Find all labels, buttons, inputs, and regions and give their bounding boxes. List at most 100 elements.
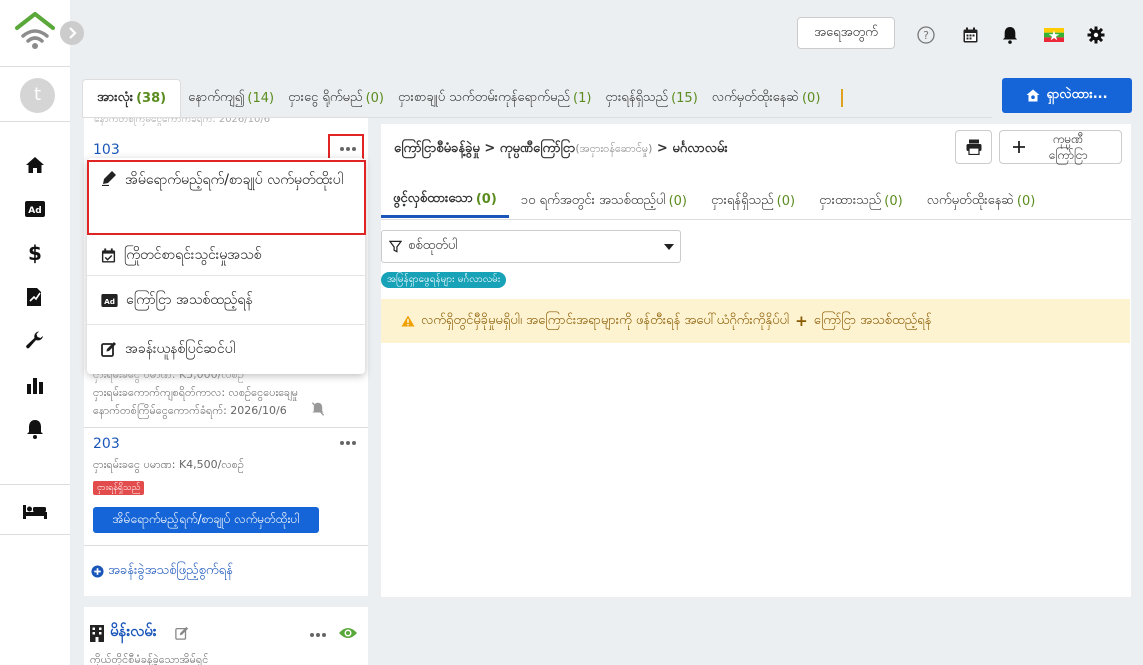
caret-down-icon	[664, 244, 674, 250]
settings-gear-icon[interactable]	[1086, 25, 1106, 45]
sign-contract-button[interactable]: အိမ်ရောက်မည့်ရက်/စာချုပ် လက်မှတ်ထိုးပါ	[93, 507, 319, 533]
chevron-right-icon	[69, 27, 77, 39]
tab-rented[interactable]: ငှားထားသည် (0)	[807, 184, 915, 218]
tab-count: (15)	[671, 90, 698, 106]
menu-divider	[87, 275, 365, 276]
bed-icon[interactable]	[22, 499, 48, 523]
quick-search-badge[interactable]: အမြန်ရှာဖွေရန်များ မင်္ဂလာလမ်း	[381, 272, 507, 288]
search-button[interactable]: ရှာလဲထား...	[1002, 78, 1132, 113]
room-next-payment: နောက်တစ်ကြိမ်ငွေကောက်ခံရက်: 2026/10/6	[93, 404, 287, 417]
empty-alert: လက်ရှိတွင်မှီခိုမှုမရှိပါ၊ အကြောင်းအရာမျ…	[381, 299, 1130, 343]
calendar-icon[interactable]	[960, 25, 980, 45]
tab-label: ဖွင့်လှစ်ထားသော	[393, 191, 473, 206]
room-number[interactable]: 103	[93, 142, 120, 158]
tabs-divider	[381, 219, 1131, 220]
tab-signing[interactable]: လက်မှတ်ထိုးနေဆဲ (0)	[705, 79, 828, 117]
tab-label: ငှားစာချုပ် သက်တမ်းကုန်ရောက်မည်	[397, 89, 570, 105]
avatar[interactable]: t	[20, 78, 55, 113]
tab-label: အားလုံး	[97, 90, 134, 105]
add-room-label: အခန်းခွဲအသစ်ဖြည့်စွက်ရန်	[108, 563, 233, 578]
bell-icon[interactable]	[22, 417, 48, 441]
filter-icon	[389, 240, 402, 253]
room-divider	[84, 545, 368, 546]
room-divider	[84, 427, 368, 428]
building-icon	[90, 625, 104, 646]
notification-bell-icon[interactable]	[1000, 25, 1020, 45]
tab-label: ငှားရန်ရှိသည်	[605, 89, 669, 105]
room-pay-period: ငှားရမ်းခကောက်ကျစရိတ်ကာလ: လစဉ်ငွေပေးချေမ…	[93, 386, 299, 399]
tab-scroll-indicator	[841, 89, 844, 107]
add-room-link[interactable]: အခန်းခွဲအသစ်ဖြည့်စွက်ရန်	[91, 562, 233, 581]
help-icon[interactable]: ?	[916, 25, 936, 45]
sidebar-divider	[0, 534, 70, 535]
room-rent: ငှားရမ်းခငွေ ပမာဏ: K4,500/လစဉ်	[93, 458, 244, 471]
tab-label: ငှားထားသည်	[819, 192, 882, 208]
tab-count: (0)	[365, 90, 384, 106]
breadcrumb-item[interactable]: ကုမ္ပဏီကြော်ငြာ	[500, 141, 576, 156]
room-number[interactable]: 203	[93, 436, 120, 452]
wrench-icon[interactable]	[22, 329, 48, 353]
tab-count: (0)	[801, 90, 821, 106]
tab-for-rent[interactable]: ငှားရန်ရှိသည် (0)	[699, 184, 807, 218]
tab-contract-expiring[interactable]: ငှားစာချုပ် သက်တမ်းကုန်ရောက်မည် (1)	[391, 79, 598, 117]
tab-overdue[interactable]: နောက်ကျ၍ (14)	[181, 79, 281, 117]
add-company-ad-label: ကုမ္ပဏီ ကြော်ငြာ	[1048, 132, 1088, 162]
menu-item-new-ad[interactable]: Ad ကြော်ငြာ အသစ်ထည့်ရန်	[87, 281, 365, 319]
tab-available[interactable]: ငှားရန်ရှိသည် (15)	[598, 79, 704, 117]
ad-icon: Ad	[101, 293, 118, 307]
menu-item-label: ကြိုတင်စာရင်းသွင်းမှုအသစ်	[124, 246, 262, 263]
tab-count: (0)	[884, 193, 903, 209]
menu-divider	[87, 324, 365, 325]
breadcrumb-current: မင်္ဂလာလမ်း	[672, 141, 728, 156]
breadcrumb-separator: >	[479, 141, 500, 156]
menu-item-label: အခန်းယူနစ်ပြင်ဆင်ပါ	[125, 340, 236, 357]
collapse-sidebar-button[interactable]	[60, 21, 84, 45]
document-sign-icon[interactable]	[22, 285, 48, 309]
plus-circle-icon	[91, 565, 104, 578]
printer-icon	[966, 139, 981, 155]
language-button[interactable]: အရေအတွက်	[797, 17, 895, 49]
warning-icon	[401, 315, 415, 327]
status-badge: ငှားရန်ရှိသည်	[93, 481, 145, 495]
breadcrumb-item[interactable]: ကြော်ငြာစီမံခန့်ခွဲမှု	[394, 141, 480, 156]
more-options-icon[interactable]	[336, 435, 360, 451]
search-button-label: ရှာလဲထား...	[1046, 87, 1108, 102]
svg-text:?: ?	[923, 29, 929, 42]
alert-link[interactable]: ကြော်ငြာ အသစ်ထည့်ရန်	[814, 312, 932, 331]
tab-signing[interactable]: လက်မှတ်ထိုးနေဆဲ (0)	[915, 184, 1048, 218]
tab-label: ငှားငွေ ရိုက်မည်	[288, 89, 363, 105]
more-options-icon[interactable]	[306, 627, 330, 643]
menu-item-new-booking[interactable]: ကြိုတင်စာရင်းသွင်းမှုအသစ်	[87, 236, 365, 274]
sidebar-divider	[0, 66, 70, 67]
tab-label: လက်မှတ်ထိုးနေဆဲ	[711, 89, 799, 105]
filter-select[interactable]: စစ်ထုတ်ပါ	[381, 230, 681, 263]
tab-rent-due[interactable]: ငှားငွေ ရိုက်မည် (0)	[281, 79, 391, 117]
mute-bell-icon[interactable]	[311, 402, 325, 420]
tab-all[interactable]: အားလုံး (38)	[82, 79, 182, 117]
property-name[interactable]: မိန်းလမ်း	[110, 622, 157, 644]
print-button[interactable]	[955, 130, 992, 164]
home-icon[interactable]	[22, 153, 48, 177]
property-tabs: အားလုံး (38) နောက်ကျ၍ (14) ငှားငွေ ရိုက်မည…	[82, 78, 992, 118]
property-subtitle: ကိုယ်တိုင်စီမံခန့်ခွဲသောအိမ်ရှင်	[90, 653, 209, 665]
tab-count: (0)	[668, 193, 687, 209]
tab-label: ငှားရန်ရှိသည်	[710, 192, 774, 208]
myanmar-flag-icon[interactable]	[1043, 25, 1065, 45]
tab-open[interactable]: ဖွင့်လှစ်ထားသော (0)	[381, 184, 509, 218]
ad-icon[interactable]: Ad	[22, 197, 48, 221]
eye-icon[interactable]	[338, 626, 358, 644]
tab-count: (14)	[247, 90, 275, 106]
breadcrumb-separator: >	[652, 141, 673, 156]
menu-item-edit-unit[interactable]: အခန်းယူနစ်ပြင်ဆင်ပါ	[87, 330, 365, 368]
calendar-check-icon	[101, 247, 116, 263]
logo-icon[interactable]	[14, 12, 56, 56]
edit-name-icon[interactable]	[175, 626, 189, 644]
tab-count: (0)	[1016, 193, 1036, 209]
bar-chart-icon[interactable]	[22, 373, 48, 397]
dollar-icon[interactable]: $	[22, 241, 48, 265]
add-company-ad-button[interactable]: ကုမ္ပဏီ ကြော်ငြာ	[999, 130, 1122, 164]
breadcrumb-subtitle: (အငှားဝန်ဆောင်မှု)	[575, 142, 653, 155]
tab-new-10-days[interactable]: ၁၀ ရက်အတွင်း အသစ်ထည့်ပါ (0)	[509, 184, 699, 218]
room-info-cut: နောက်တစ်ကြိမ်ငွေကောက်ခံရက်: 2026/10/6	[94, 118, 271, 125]
breadcrumb: ကြော်ငြာစီမံခန့်ခွဲမှု > ကုမ္ပဏီကြော်ငြာ…	[394, 140, 728, 159]
